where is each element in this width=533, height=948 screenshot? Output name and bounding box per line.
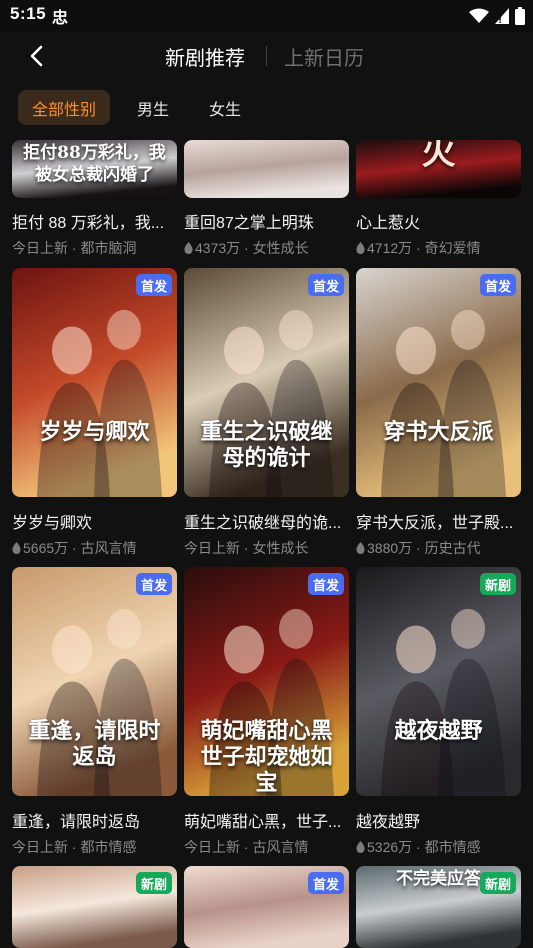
flame-icon bbox=[356, 542, 365, 554]
tab-release-calendar[interactable]: 上新日历 bbox=[284, 42, 364, 71]
new-drama-badge: 新剧 bbox=[479, 872, 516, 894]
drama-meta-text: 今日上新 · 都市脑洞 bbox=[12, 240, 137, 256]
drama-poster[interactable]: 首发 bbox=[184, 866, 349, 948]
drama-title[interactable]: 重逢，请限时返岛 bbox=[12, 808, 184, 832]
status-icons: ! bbox=[469, 5, 525, 27]
signal-icon: ! bbox=[495, 8, 509, 24]
poster-image bbox=[12, 268, 177, 497]
drama-meta-text: 今日上新 · 女性成长 bbox=[184, 540, 309, 556]
wifi-icon bbox=[469, 8, 489, 23]
drama-meta-text: 3880万 · 历史古代 bbox=[367, 540, 481, 556]
flame-icon bbox=[184, 242, 193, 254]
drama-meta: 4712万 · 奇幻爱情 bbox=[356, 238, 528, 258]
gender-filter-bar: 全部性别 男生 女生 bbox=[0, 86, 533, 130]
drama-poster[interactable]: 穿书大反派 首发 bbox=[356, 268, 521, 497]
back-button[interactable] bbox=[18, 40, 54, 72]
drama-meta: 今日上新 · 都市情感 bbox=[12, 837, 184, 857]
filter-female[interactable]: 女生 bbox=[195, 90, 255, 125]
drama-meta: 今日上新 · 古风言情 bbox=[184, 837, 356, 857]
premiere-badge: 首发 bbox=[307, 573, 344, 595]
poster-image bbox=[356, 268, 521, 497]
drama-meta: 4373万 · 女性成长 bbox=[184, 238, 356, 258]
drama-meta-text: 4373万 · 女性成长 bbox=[195, 240, 309, 256]
premiere-badge: 首发 bbox=[479, 274, 516, 296]
drama-meta: 今日上新 · 女性成长 bbox=[184, 538, 356, 558]
drama-title[interactable]: 拒付 88 万彩礼，我... bbox=[12, 209, 184, 233]
drama-meta: 5326万 · 都市情感 bbox=[356, 837, 528, 857]
drama-title[interactable]: 重生之识破继母的诡... bbox=[184, 509, 356, 533]
drama-poster[interactable]: 拒付88万彩礼，我被女总裁闪婚了 bbox=[12, 140, 177, 198]
drama-poster[interactable]: 越夜越野 新剧 bbox=[356, 567, 521, 796]
flame-icon bbox=[356, 841, 365, 853]
poster-title-art: 越夜越野 bbox=[394, 718, 483, 744]
tab-divider bbox=[266, 46, 267, 66]
drama-title[interactable]: 岁岁与卿欢 bbox=[12, 509, 184, 533]
poster-title-art: 拒付88万彩礼，我被女总裁闪婚了 bbox=[23, 143, 166, 185]
drama-meta-text: 今日上新 · 古风言情 bbox=[184, 839, 309, 855]
notification-icon: 忠 bbox=[52, 10, 69, 27]
drama-title[interactable]: 越夜越野 bbox=[356, 808, 528, 832]
drama-poster[interactable]: 火 bbox=[356, 140, 521, 198]
flame-icon bbox=[12, 542, 21, 554]
poster-title-art: 岁岁与卿欢 bbox=[39, 419, 150, 445]
nav-bar: 新剧推荐 上新日历 bbox=[0, 32, 533, 80]
drama-poster[interactable]: 重逢，请限时返岛 首发 bbox=[12, 567, 177, 796]
drama-poster[interactable]: 萌妃嘴甜心黑 世子却宠她如宝 首发 bbox=[184, 567, 349, 796]
poster-title-art: 萌妃嘴甜心黑 世子却宠她如宝 bbox=[200, 718, 333, 796]
drama-meta-text: 今日上新 · 都市情感 bbox=[12, 839, 137, 855]
status-bar: 5:15 忠 ! bbox=[0, 0, 533, 32]
poster-image bbox=[184, 140, 349, 198]
drama-meta-text: 4712万 · 奇幻爱情 bbox=[367, 240, 481, 256]
filter-male[interactable]: 男生 bbox=[123, 90, 183, 125]
filter-all-genders[interactable]: 全部性别 bbox=[18, 90, 111, 125]
premiere-badge: 首发 bbox=[135, 573, 172, 595]
drama-poster[interactable]: 新剧 bbox=[12, 866, 177, 948]
drama-poster[interactable]: 重生之识破继母的诡计 首发 bbox=[184, 268, 349, 497]
tab-new-drama[interactable]: 新剧推荐 bbox=[165, 42, 245, 71]
drama-poster[interactable]: 岁岁与卿欢 首发 bbox=[12, 268, 177, 497]
poster-title-art: 重生之识破继母的诡计 bbox=[200, 419, 333, 471]
svg-text:!: ! bbox=[498, 16, 502, 24]
drama-meta-text: 5326万 · 都市情感 bbox=[367, 839, 481, 855]
drama-poster[interactable]: 不完美应答 新剧 bbox=[356, 866, 521, 948]
drama-meta: 3880万 · 历史古代 bbox=[356, 538, 528, 558]
drama-title[interactable]: 重回87之掌上明珠 bbox=[184, 209, 356, 233]
chevron-left-icon bbox=[30, 45, 43, 67]
flame-icon bbox=[356, 242, 365, 254]
premiere-badge: 首发 bbox=[135, 274, 172, 296]
drama-meta: 5665万 · 古风言情 bbox=[12, 538, 184, 558]
drama-title[interactable]: 萌妃嘴甜心黑，世子... bbox=[184, 808, 356, 832]
poster-title-art: 重逢，请限时返岛 bbox=[28, 718, 161, 770]
drama-meta: 今日上新 · 都市脑洞 bbox=[12, 238, 184, 258]
drama-poster[interactable] bbox=[184, 140, 349, 198]
new-drama-badge: 新剧 bbox=[135, 872, 172, 894]
premiere-badge: 首发 bbox=[307, 872, 344, 894]
premiere-badge: 首发 bbox=[307, 274, 344, 296]
poster-image bbox=[356, 567, 521, 796]
drama-grid: 拒付88万彩礼，我被女总裁闪婚了拒付 88 万彩礼，我... 今日上新 · 都市脑… bbox=[0, 0, 533, 948]
status-time: 5:15 bbox=[10, 4, 47, 23]
drama-meta-text: 5665万 · 古风言情 bbox=[23, 540, 137, 556]
poster-title-art: 火 bbox=[421, 140, 456, 173]
drama-title[interactable]: 心上惹火 bbox=[356, 209, 528, 233]
poster-title-art: 穿书大反派 bbox=[383, 419, 494, 445]
drama-title[interactable]: 穿书大反派，世子殿... bbox=[356, 509, 528, 533]
new-drama-badge: 新剧 bbox=[479, 573, 516, 595]
battery-icon bbox=[515, 7, 525, 25]
